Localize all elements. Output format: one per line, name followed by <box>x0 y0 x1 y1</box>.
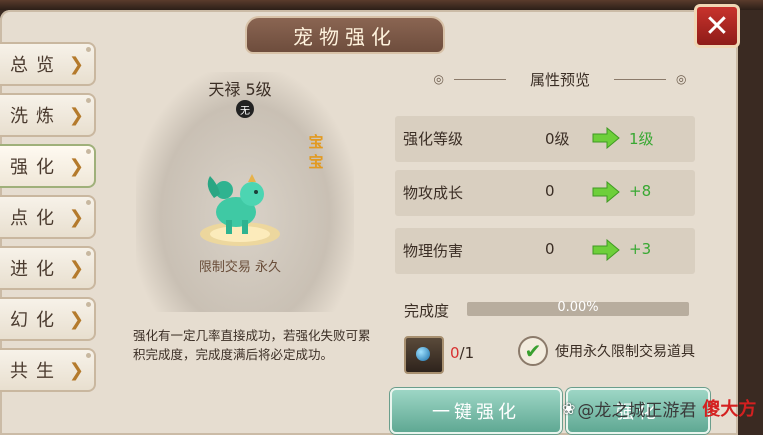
attr-name: 强化等级 <box>403 130 464 148</box>
arrow-right-icon <box>592 239 620 261</box>
tab-label: 总览 <box>10 55 62 76</box>
dot-icon <box>86 47 91 52</box>
close-button[interactable]: ✕ <box>694 4 740 48</box>
top-strip <box>0 0 763 10</box>
material-need: /1 <box>459 344 475 362</box>
checkmark-icon: ✔ <box>524 339 542 363</box>
attr-old-value: 0 <box>545 182 555 200</box>
dot-icon <box>86 200 91 205</box>
arrow-right-icon <box>592 181 620 203</box>
tab-enhance[interactable]: 强化 ❯ <box>0 144 96 188</box>
divider <box>614 78 666 80</box>
attr-old-value: 0级 <box>545 130 570 148</box>
dot-icon <box>86 98 91 103</box>
dot-icon <box>86 302 91 307</box>
arrow-right-icon <box>592 127 620 149</box>
window-title: 宠物强化 <box>293 24 397 49</box>
side-tabs: 总览 ❯ 洗炼 ❯ 强化 ❯ 点化 ❯ 进化 ❯ 幻化 ❯ 共生 ❯ <box>0 42 96 399</box>
tab-enlighten[interactable]: 点化 ❯ <box>0 195 96 239</box>
baby-tag: 宝宝 <box>308 133 324 171</box>
chevron-right-icon: ❯ <box>68 207 84 228</box>
orb-icon <box>416 347 430 361</box>
chevron-right-icon: ❯ <box>68 360 84 381</box>
enhance-material-icon[interactable] <box>404 336 444 374</box>
use-locked-item-checkbox[interactable]: ✔ <box>518 336 548 366</box>
tab-label: 强化 <box>10 157 62 178</box>
tab-refine[interactable]: 洗炼 ❯ <box>0 93 96 137</box>
weibo-icon: ❀ <box>562 398 576 418</box>
one-key-enhance-label: 一键强化 <box>432 402 520 423</box>
chevron-right-icon: ❯ <box>68 156 84 177</box>
watermark: ❀ @龙之城正游君 傻大方 <box>562 396 762 421</box>
enhance-description: 强化有一定几率直接成功，若强化失败可累积完成度，完成度满后将必定成功。 <box>133 328 371 362</box>
attr-row-phys-damage: 物理伤害 0 +3 <box>395 228 695 274</box>
scroll-ornament-icon: ◎ <box>433 72 444 86</box>
attribute-preview-title: 属性预览 <box>529 70 590 89</box>
attr-row-phys-atk-growth: 物攻成长 0 +8 <box>395 170 695 216</box>
attr-new-value: 1级 <box>629 130 654 148</box>
close-icon: ✕ <box>704 8 730 44</box>
divider <box>453 78 506 80</box>
material-have: 0 <box>450 344 460 362</box>
attr-new-value: +3 <box>629 240 652 258</box>
tab-label: 点化 <box>10 208 62 229</box>
attr-new-value: +8 <box>629 182 652 200</box>
one-key-enhance-button[interactable]: 一键强化 <box>390 388 562 434</box>
pet-trade-note: 限制交易 永久 <box>198 260 282 275</box>
attribute-preview-header: ◎ 属性预览 ◎ <box>420 66 700 92</box>
attr-name: 物理伤害 <box>403 242 464 260</box>
use-locked-item-label: 使用永久限制交易道具 <box>555 344 695 360</box>
tab-transform[interactable]: 幻化 ❯ <box>0 297 96 341</box>
watermark-brand: 傻大方 <box>702 399 757 420</box>
chevron-right-icon: ❯ <box>68 258 84 279</box>
dot-icon <box>86 149 91 154</box>
pet-sprite[interactable] <box>196 160 284 250</box>
attr-name: 物攻成长 <box>403 184 464 202</box>
scroll-ornament-icon: ◎ <box>676 72 687 86</box>
tab-label: 进化 <box>10 259 62 280</box>
window-title-tab: 宠物强化 <box>245 16 445 54</box>
progress-value: 0.00% <box>557 300 599 315</box>
tab-overview[interactable]: 总览 ❯ <box>0 42 96 86</box>
dot-icon <box>86 353 91 358</box>
watermark-text: @龙之城正游君 <box>577 400 697 421</box>
pet-enhance-panel: 宠物强化 总览 ❯ 洗炼 ❯ 强化 ❯ 点化 ❯ 进化 ❯ 幻化 ❯ 共生 ❯ … <box>0 10 738 435</box>
tab-evolve[interactable]: 进化 ❯ <box>0 246 96 290</box>
progress-label: 完成度 <box>404 302 450 320</box>
dot-icon <box>86 251 91 256</box>
tab-label: 洗炼 <box>10 106 62 127</box>
chevron-right-icon: ❯ <box>68 105 84 126</box>
material-count: 0/1 <box>450 344 474 362</box>
chevron-right-icon: ❯ <box>68 309 84 330</box>
tab-label: 共生 <box>10 361 62 382</box>
attr-old-value: 0 <box>545 240 555 258</box>
chevron-right-icon: ❯ <box>68 54 84 75</box>
tab-label: 幻化 <box>10 310 62 331</box>
attr-row-enhance-level: 强化等级 0级 1级 <box>395 116 695 162</box>
pet-name: 天禄 5级 <box>208 80 272 99</box>
tab-symbiosis[interactable]: 共生 ❯ <box>0 348 96 392</box>
pet-type-badge: 无 <box>236 100 254 118</box>
